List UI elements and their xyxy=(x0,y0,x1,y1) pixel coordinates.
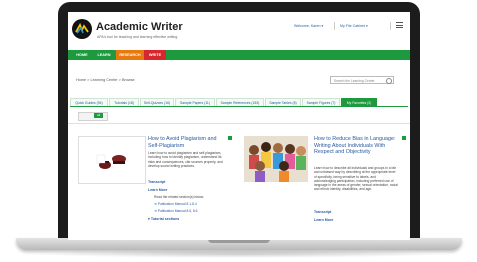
favorite-icon[interactable] xyxy=(402,136,406,140)
search-input[interactable]: Search the Learning Center xyxy=(330,76,394,84)
reference-link[interactable]: ➜ Publication Manual 8.5, 8.6 xyxy=(154,209,197,213)
reference-label: Publication Manual 8.1-8.4 xyxy=(157,202,197,206)
nav-home[interactable]: HOME xyxy=(72,50,92,60)
menu-icon[interactable] xyxy=(396,22,403,28)
tab-sample-figures[interactable]: Sample Figures (7) xyxy=(302,98,340,106)
filter-all-button[interactable]: All xyxy=(94,113,103,118)
header-divider xyxy=(334,22,335,30)
card-thumbnail[interactable] xyxy=(244,136,308,182)
tab-sample-papers[interactable]: Sample Papers (11) xyxy=(175,98,215,106)
nav-research[interactable]: RESEARCH xyxy=(116,50,144,60)
reference-link[interactable]: ➜ Publication Manual 8.1-8.4 xyxy=(154,202,197,206)
tutorial-sections-toggle[interactable]: ▾ Tutorial sections xyxy=(148,217,179,221)
card-description: Learn how to avoid plagiarism and self-p… xyxy=(148,151,223,168)
reference-label: Publication Manual 8.5, 8.6 xyxy=(157,209,198,213)
brand-tagline: APA's tool for teaching and learning eff… xyxy=(97,35,178,39)
learn-more-heading: Learn More xyxy=(314,218,334,222)
filter-toggle[interactable]: All xyxy=(78,112,108,121)
app-screen: Academic Writer APA's tool for teaching … xyxy=(68,12,410,240)
tab-tutorials[interactable]: Tutorials (18) xyxy=(109,98,139,106)
nav-write[interactable]: WRITE xyxy=(144,50,166,60)
file-cabinet-menu[interactable]: My File Cabinet ▾ xyxy=(340,24,368,28)
search-icon[interactable] xyxy=(386,78,392,84)
user-menu-label: Welcome, Karen xyxy=(294,24,321,28)
logo-icon[interactable] xyxy=(72,19,92,39)
file-cabinet-label: My File Cabinet xyxy=(340,24,365,28)
tab-self-quizzes[interactable]: Self-Quizzes (16) xyxy=(140,98,174,106)
divider xyxy=(68,123,410,124)
learn-more-heading: Learn More xyxy=(148,188,168,192)
tutorial-sections-label: Tutorial sections xyxy=(150,217,180,221)
card-title[interactable]: How to Avoid Plagiarism and Self-Plagiar… xyxy=(148,136,228,149)
tab-quick-guides[interactable]: Quick Guides (94) xyxy=(70,98,108,106)
tab-sample-tables[interactable]: Sample Tables (8) xyxy=(265,98,301,106)
tab-sample-references[interactable]: Sample References (153) xyxy=(216,98,264,106)
tab-my-favorites[interactable]: My Favorites (2) xyxy=(341,98,377,106)
chevron-down-icon: ▾ xyxy=(321,24,324,28)
category-tabs: Quick Guides (94) Tutorials (18) Self-Qu… xyxy=(70,98,408,107)
header-divider xyxy=(390,22,391,30)
nav-learn[interactable]: LEARN xyxy=(92,50,116,60)
brand-title[interactable]: Academic Writer xyxy=(96,21,183,33)
transcript-link[interactable]: Transcript xyxy=(314,210,331,214)
favorite-icon[interactable] xyxy=(228,136,232,140)
card-thumbnail[interactable] xyxy=(78,136,146,184)
chevron-down-icon: ▾ xyxy=(365,24,368,28)
laptop-shadow xyxy=(30,250,448,258)
card-description: Learn how to describe all individuals an… xyxy=(314,166,398,192)
transcript-link[interactable]: Transcript xyxy=(148,180,165,184)
card-title[interactable]: How to Reduce Bias in Language: Writing … xyxy=(314,136,400,156)
breadcrumb[interactable]: Home > Learning Center > Browse xyxy=(76,78,135,82)
user-menu[interactable]: Welcome, Karen ▾ xyxy=(294,24,323,28)
related-note: Read the related section(s) below. xyxy=(154,195,204,199)
main-nav: HOME LEARN RESEARCH WRITE xyxy=(68,50,410,60)
site-header: Academic Writer APA's tool for teaching … xyxy=(68,12,410,48)
